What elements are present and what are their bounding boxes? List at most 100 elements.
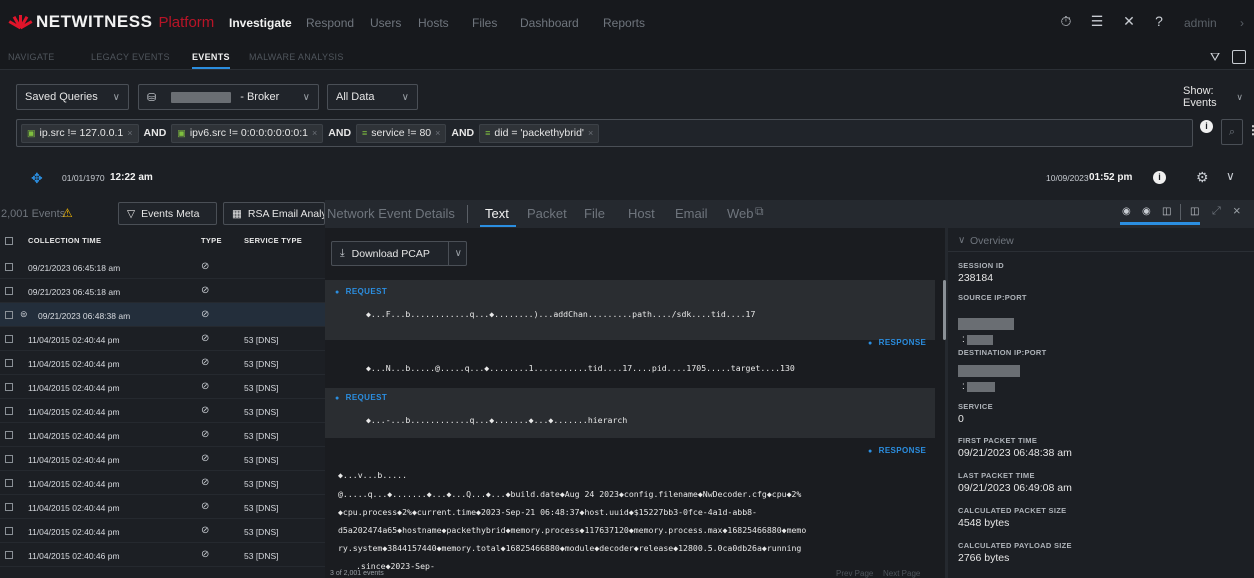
overview-field-value[interactable]: 09/21/2023 06:49:08 am xyxy=(958,482,1072,494)
table-row[interactable]: ⊜ 09/21/2023 06:48:38 am ⊘ xyxy=(0,303,325,327)
row-checkbox[interactable] xyxy=(5,263,13,271)
record-alt-icon[interactable]: ◉ xyxy=(1142,206,1151,217)
overview-title[interactable]: Overview xyxy=(970,235,1014,247)
remove-filter-icon[interactable]: × xyxy=(435,128,440,138)
service-selector-dropdown[interactable]: ⛁ - Broker ∨ xyxy=(138,84,319,110)
overview-field-value[interactable]: 238184 xyxy=(958,272,993,284)
remove-filter-icon[interactable]: × xyxy=(312,128,317,138)
close-icon[interactable]: × xyxy=(1233,203,1241,218)
select-all-checkbox[interactable] xyxy=(5,237,13,245)
search-button[interactable]: ⌕ xyxy=(1221,119,1243,145)
settings-gear-icon[interactable]: ⚙ xyxy=(1196,169,1209,186)
table-row[interactable]: 11/04/2015 02:40:44 pm ⊘ 53 [DNS] xyxy=(0,351,325,375)
user-menu[interactable]: admin xyxy=(1184,16,1217,30)
row-checkbox[interactable] xyxy=(5,287,13,295)
table-row[interactable]: 09/21/2023 06:45:18 am ⊘ xyxy=(0,279,325,303)
timer-icon[interactable]: ⏱ xyxy=(1057,12,1075,30)
overview-field-value[interactable]: 4548 bytes xyxy=(958,517,1009,529)
netwitness-logo[interactable]: NETWITNESS Platform xyxy=(8,11,214,33)
query-info-icon[interactable]: i xyxy=(1200,120,1213,133)
chevron-down-icon[interactable]: ∨ xyxy=(455,248,462,259)
row-checkbox[interactable] xyxy=(5,503,13,511)
table-row[interactable]: 11/04/2015 02:40:44 pm ⊘ 53 [DNS] xyxy=(0,423,325,447)
row-checkbox[interactable] xyxy=(5,407,13,415)
subnav-legacy-events[interactable]: LEGACY EVENTS xyxy=(91,52,170,62)
table-row[interactable]: 11/04/2015 02:40:44 pm ⊘ 53 [DNS] xyxy=(0,519,325,543)
filter-pill[interactable]: ▣ ipv6.src != 0:0:0:0:0:0:0:1 × xyxy=(171,123,324,143)
help-icon[interactable]: ? xyxy=(1150,12,1168,30)
tab-email[interactable]: Email xyxy=(675,206,708,221)
row-checkbox[interactable] xyxy=(5,551,13,559)
panel-toggle-icon[interactable] xyxy=(1232,50,1246,64)
tab-web[interactable]: Web xyxy=(727,206,754,221)
overview-collapse-icon[interactable]: ∨ xyxy=(958,235,965,246)
rsa-email-analysis-button[interactable]: ▦ RSA Email Analysis xyxy=(223,202,325,225)
tab-text[interactable]: Text xyxy=(485,206,509,221)
chart-toggle-icon[interactable]: ⛛ xyxy=(1210,50,1226,64)
table-row[interactable]: 11/04/2015 02:40:44 pm ⊘ 53 [DNS] xyxy=(0,471,325,495)
more-options-icon[interactable]: ⋮ xyxy=(1247,123,1254,137)
row-checkbox[interactable] xyxy=(5,479,13,487)
nav-respond[interactable]: Respond xyxy=(306,16,354,30)
tab-host[interactable]: Host xyxy=(628,206,655,221)
overview-field-value[interactable]: 09/21/2023 06:48:38 am xyxy=(958,447,1072,459)
subnav-malware-analysis[interactable]: MALWARE ANALYSIS xyxy=(249,52,344,62)
prev-page-button[interactable]: Prev Page xyxy=(836,569,873,578)
table-row[interactable]: 11/04/2015 02:40:44 pm ⊘ 53 [DNS] xyxy=(0,375,325,399)
layout-icon[interactable]: ◫ xyxy=(1190,206,1199,217)
table-row[interactable]: 11/04/2015 02:40:44 pm ⊘ 53 [DNS] xyxy=(0,399,325,423)
expand-timeline-icon[interactable]: ✥ xyxy=(31,170,43,187)
nav-investigate[interactable]: Investigate xyxy=(229,16,292,30)
record-icon[interactable]: ◉ xyxy=(1122,206,1131,217)
table-row[interactable]: 09/21/2023 06:45:18 am ⊘ xyxy=(0,255,325,279)
filter-pill[interactable]: ▣ ip.src != 127.0.0.1 × xyxy=(21,123,139,143)
tab-network-event-details[interactable]: Network Event Details xyxy=(327,206,455,221)
events-meta-button[interactable]: ▽ Events Meta xyxy=(118,202,217,225)
row-checkbox[interactable] xyxy=(5,431,13,439)
row-checkbox[interactable] xyxy=(5,383,13,391)
panel-icon[interactable]: ◫ xyxy=(1162,206,1171,217)
chevron-down-icon[interactable]: ∨ xyxy=(1226,169,1235,183)
filter-pill[interactable]: ≡ service != 80 × xyxy=(356,123,447,143)
user-menu-chevron-icon[interactable]: › xyxy=(1240,16,1244,30)
row-checkbox[interactable] xyxy=(5,359,13,367)
table-row[interactable]: 11/04/2015 02:40:44 pm ⊘ 53 [DNS] xyxy=(0,447,325,471)
remove-filter-icon[interactable]: × xyxy=(588,128,593,138)
tools-icon[interactable]: ✕ xyxy=(1120,12,1138,30)
row-checkbox[interactable] xyxy=(5,455,13,463)
row-checkbox[interactable] xyxy=(5,311,13,319)
column-header-type[interactable]: TYPE xyxy=(201,236,222,245)
table-row[interactable]: 11/04/2015 02:40:46 pm ⊘ 53 [DNS] xyxy=(0,543,325,567)
warning-icon[interactable]: ⚠ xyxy=(62,206,73,220)
row-checkbox[interactable] xyxy=(5,527,13,535)
time-range-dropdown[interactable]: All Data ∨ xyxy=(327,84,418,110)
column-header-collection-time[interactable]: COLLECTION TIME xyxy=(28,236,101,245)
query-filter-bar[interactable]: ▣ ip.src != 127.0.0.1 × AND ▣ ipv6.src !… xyxy=(16,119,1193,147)
column-header-service-type[interactable]: SERVICE TYPE xyxy=(244,236,302,245)
expand-icon[interactable]: ⤢ xyxy=(1212,205,1221,218)
notes-icon[interactable]: ☰ xyxy=(1088,12,1106,30)
overview-field-value[interactable]: 2766 bytes xyxy=(958,552,1009,564)
external-link-icon[interactable]: ⧉ xyxy=(755,204,764,219)
saved-queries-dropdown[interactable]: Saved Queries ∨ xyxy=(16,84,129,110)
tab-packet[interactable]: Packet xyxy=(527,206,567,221)
table-row[interactable]: 11/04/2015 02:40:44 pm ⊘ 53 [DNS] xyxy=(0,495,325,519)
next-page-button[interactable]: Next Page xyxy=(883,569,920,578)
remove-filter-icon[interactable]: × xyxy=(127,128,132,138)
overview-field-value[interactable]: 0 xyxy=(958,413,964,425)
nav-files[interactable]: Files xyxy=(472,16,497,30)
subnav-events[interactable]: EVENTS xyxy=(192,52,230,69)
table-row[interactable]: 11/04/2015 02:40:44 pm ⊘ 53 [DNS] xyxy=(0,327,325,351)
tab-file[interactable]: File xyxy=(584,206,605,221)
subnav-navigate[interactable]: NAVIGATE xyxy=(8,52,55,62)
nav-reports[interactable]: Reports xyxy=(603,16,645,30)
filter-pill[interactable]: ≡ did = 'packethybrid' × xyxy=(479,123,600,143)
download-pcap-button[interactable]: ⤓ Download PCAP ∨ xyxy=(331,241,467,266)
timerange-info-icon[interactable]: i xyxy=(1153,171,1166,184)
nav-users[interactable]: Users xyxy=(370,16,401,30)
scrollbar-thumb[interactable] xyxy=(943,280,946,340)
nav-hosts[interactable]: Hosts xyxy=(418,16,449,30)
row-checkbox[interactable] xyxy=(5,335,13,343)
show-events-dropdown[interactable]: Show: Events ∨ xyxy=(1175,84,1243,110)
nav-dashboard[interactable]: Dashboard xyxy=(520,16,579,30)
